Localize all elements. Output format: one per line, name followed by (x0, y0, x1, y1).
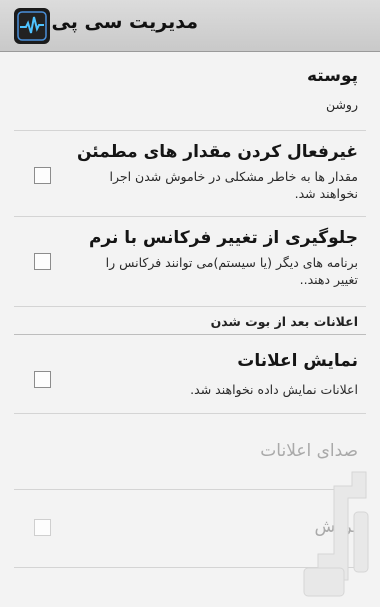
pref-prevent-change[interactable]: جلوگیری از تغییر فرکانس با نرم برنامه ها… (14, 216, 366, 307)
pref-skin-summary: روشن (325, 97, 358, 112)
pref-skin-title: پوسته (306, 66, 358, 86)
pref-disable-unsafe-summary: مقدار ها به خاطر مشکلی در خاموش شدن اجرا… (109, 169, 358, 201)
pref-notification-sound-title: صدای اعلانات (260, 441, 358, 461)
app-bar: مدیریت سی پی یو (0, 0, 380, 52)
disable-unsafe-checkbox[interactable] (34, 167, 51, 184)
pref-skin[interactable]: پوسته روشن (14, 52, 366, 131)
app-title: مدیریت سی پی یو (25, 11, 198, 33)
pref-disable-unsafe-title: غیرفعال کردن مقدار های مطمئن (76, 142, 358, 162)
category-header: اعلانات بعد از بوت شدن (210, 314, 358, 329)
pref-prevent-change-title: جلوگیری از تغییر فرکانس با نرم (88, 228, 358, 248)
cpu-pulse-icon[interactable] (14, 8, 50, 44)
prevent-change-checkbox[interactable] (34, 253, 51, 270)
pref-disable-unsafe[interactable]: غیرفعال کردن مقدار های مطمئن مقدار ها به… (14, 130, 366, 217)
bazaar-logo-icon (303, 471, 369, 597)
vibrate-checkbox[interactable] (34, 519, 51, 536)
show-notifications-checkbox[interactable] (34, 371, 51, 388)
pref-show-notifications-title: نمایش اعلانات (237, 351, 358, 371)
pref-show-notifications[interactable]: نمایش اعلانات اعلانات نمایش داده نخواهند… (14, 335, 366, 414)
pref-prevent-change-summary: برنامه های دیگر (یا سیستم)می توانند فرکا… (105, 255, 358, 287)
pref-show-notifications-summary: اعلانات نمایش داده نخواهند شد. (190, 382, 358, 397)
